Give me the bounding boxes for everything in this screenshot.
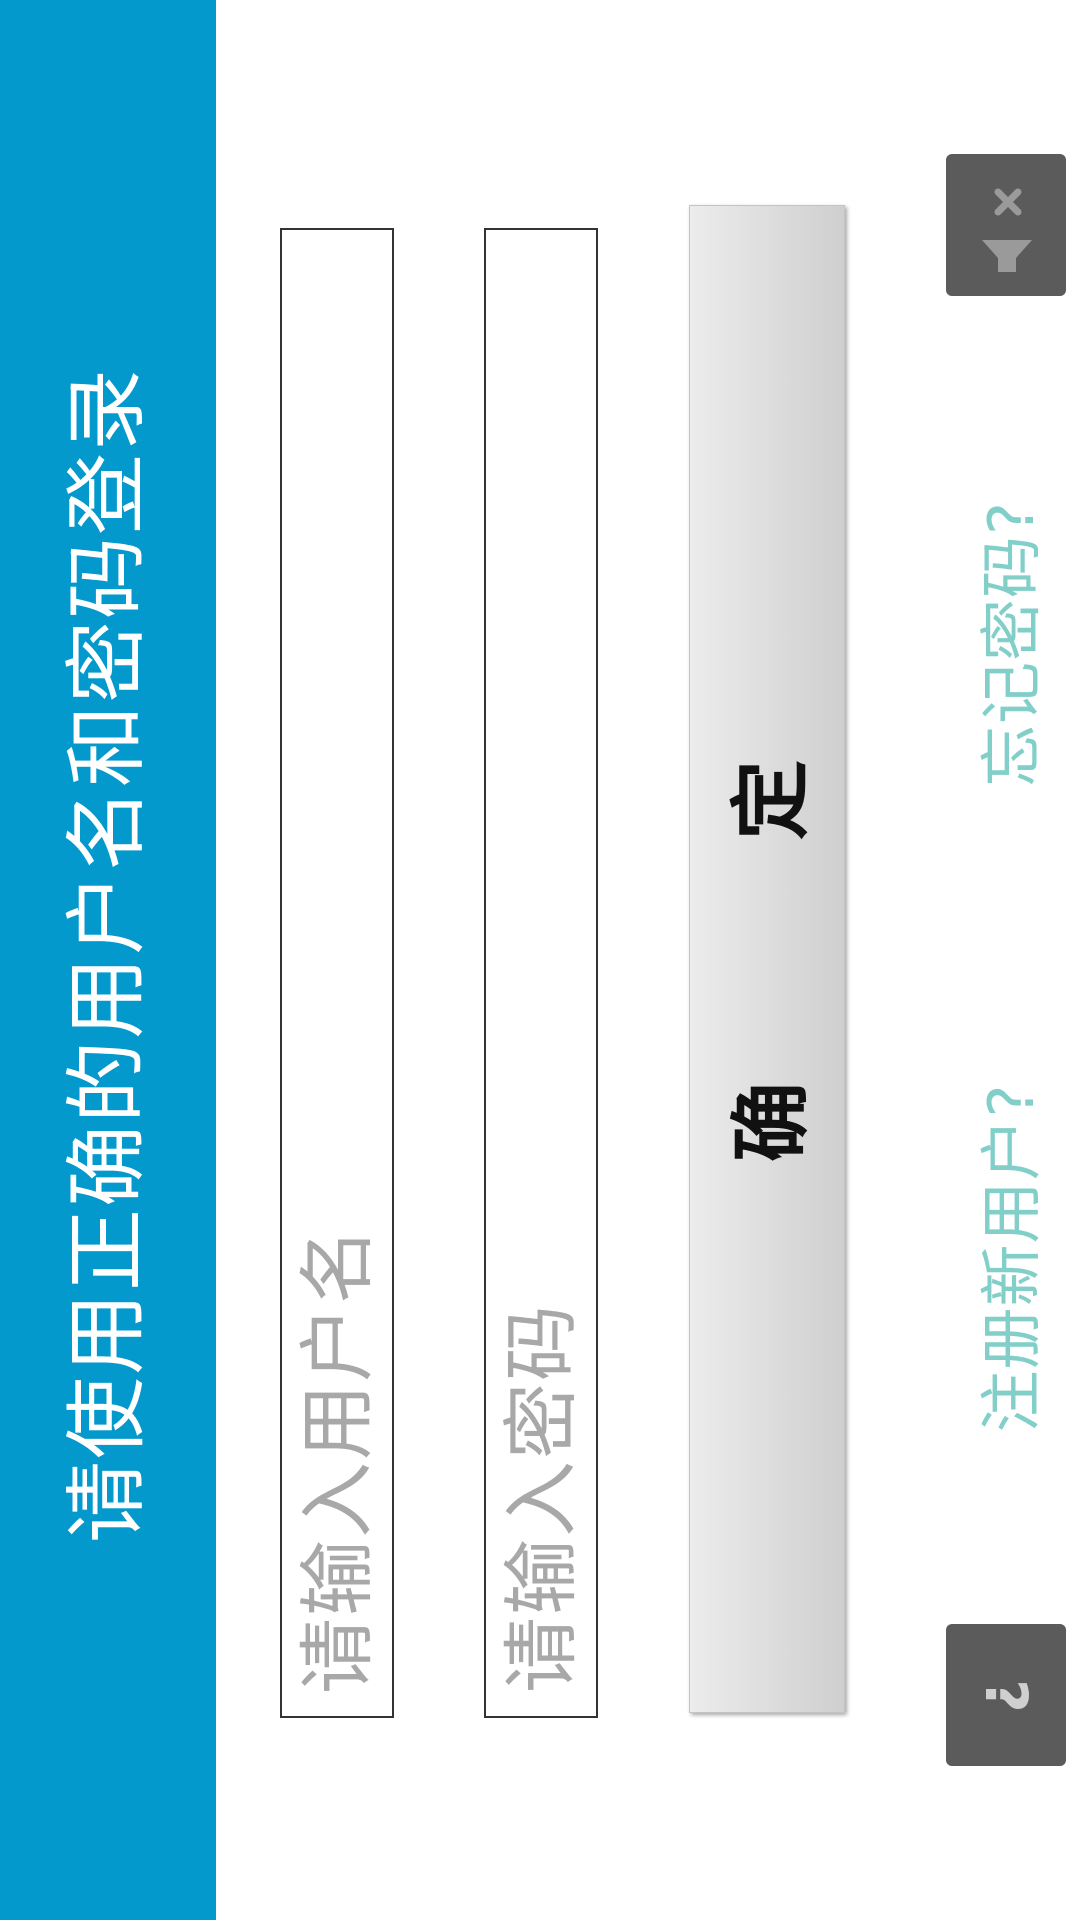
clear-filter-button[interactable] (946, 154, 1066, 296)
help-button[interactable]: ? (946, 1624, 1066, 1766)
confirm-button-label-1: 确 (725, 1082, 818, 1162)
confirm-button-label-2: 定 (725, 760, 818, 840)
forgot-password-link[interactable]: 忘记密码? (975, 501, 1048, 787)
page-title: 请使用正确的用户名和密码登录 (60, 366, 155, 1544)
help-icon: ? (972, 1679, 1040, 1713)
username-placeholder: 请输入用户名 (293, 1226, 382, 1694)
register-link[interactable]: 注册新用户? (975, 1084, 1048, 1433)
confirm-button[interactable] (689, 205, 845, 1713)
filter-clear-icon (982, 188, 1032, 272)
password-placeholder: 请输入密码 (497, 1303, 586, 1693)
